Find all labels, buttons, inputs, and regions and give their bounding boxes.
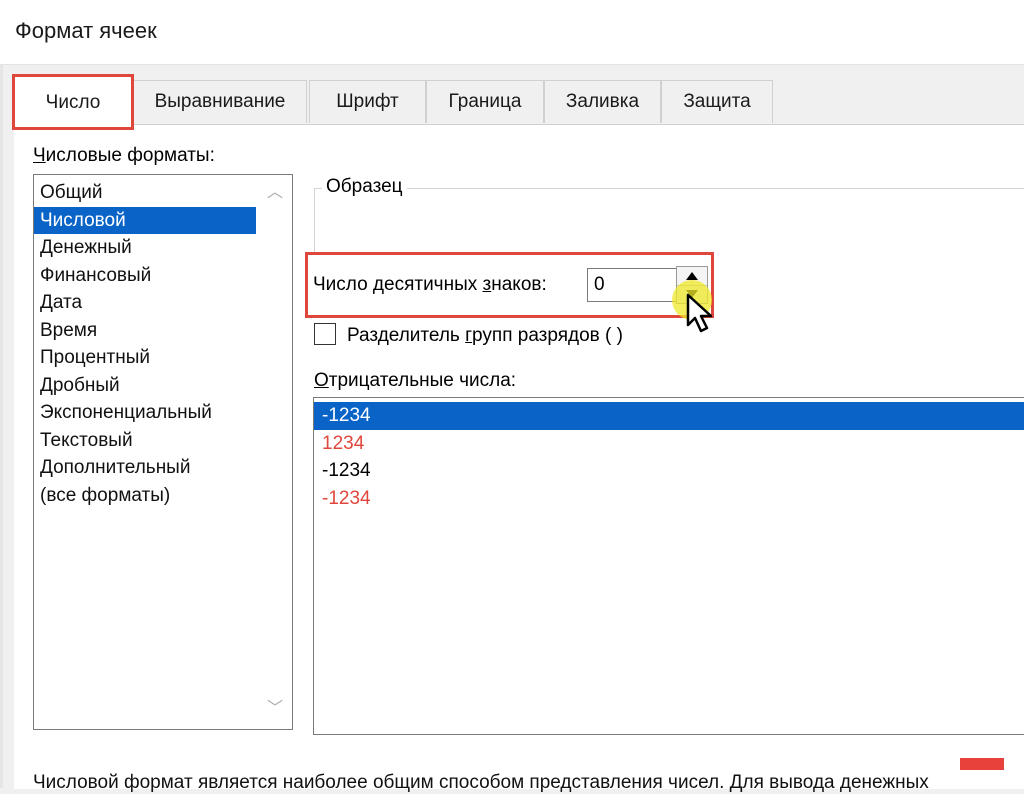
tab-bar: Число Выравнивание Шрифт Граница Заливка…: [0, 74, 1024, 130]
thousands-separator-label[interactable]: Разделитель групп разрядов ( ): [347, 325, 623, 347]
number-formats-items: Общий Числовой Денежный Финансовый Дата Время…: [34, 179, 256, 509]
negative-numbers-list[interactable]: -1234 1234 -1234 -1234: [313, 397, 1024, 735]
tab-protection[interactable]: Защита: [661, 80, 773, 123]
mouse-pointer-icon: [686, 293, 713, 333]
dialog-title: Формат ячеек: [15, 18, 157, 43]
window-edge: [0, 64, 3, 788]
format-item[interactable]: Дробный: [34, 372, 256, 400]
format-item[interactable]: (все форматы): [34, 482, 256, 510]
tab-font[interactable]: Шрифт: [309, 80, 426, 123]
negative-format-item[interactable]: -1234: [314, 485, 1024, 513]
format-description: Числовой формат является наиболее общим …: [33, 772, 929, 793]
format-item[interactable]: Дата: [34, 289, 256, 317]
format-item[interactable]: Дополнительный: [34, 454, 256, 482]
tab-alignment[interactable]: Выравнивание: [133, 80, 307, 123]
thousands-separator-checkbox[interactable]: [314, 323, 336, 345]
subscribe-badge: [960, 758, 1004, 770]
negative-format-item[interactable]: 1234: [314, 430, 1024, 458]
decimal-places-input[interactable]: [587, 268, 677, 302]
number-formats-label: Числовые форматы:: [33, 145, 215, 166]
format-item[interactable]: Время: [34, 317, 256, 345]
negative-numbers-label: Отрицательные числа:: [314, 370, 517, 391]
negative-format-item[interactable]: -1234: [314, 402, 1024, 430]
formats-scrollbar[interactable]: ︿ ﹀: [258, 175, 292, 729]
format-item[interactable]: Процентный: [34, 344, 256, 372]
format-item[interactable]: Общий: [34, 179, 256, 207]
tab-border[interactable]: Граница: [426, 80, 544, 123]
decimal-places-label: Число десятичных знаков:: [313, 274, 547, 295]
format-item[interactable]: Финансовый: [34, 262, 256, 290]
arrow-up-icon: [686, 272, 698, 280]
sample-title: Образец: [322, 176, 407, 198]
number-formats-list[interactable]: Общий Числовой Денежный Финансовый Дата Время…: [33, 174, 293, 730]
format-item[interactable]: Текстовый: [34, 427, 256, 455]
sample-group: [314, 188, 1024, 253]
negative-format-item[interactable]: -1234: [314, 457, 1024, 485]
dialog-titlebar: Формат ячеек: [0, 0, 1024, 65]
negative-numbers-items: -1234 1234 -1234 -1234: [314, 402, 1024, 512]
scroll-down-icon[interactable]: ﹀: [258, 695, 292, 723]
scroll-up-icon[interactable]: ︿: [258, 179, 292, 207]
format-item[interactable]: Числовой: [34, 206, 256, 234]
format-item[interactable]: Экспоненциальный: [34, 399, 256, 427]
tab-number[interactable]: Число: [12, 74, 134, 130]
tab-fill[interactable]: Заливка: [544, 80, 661, 123]
format-item[interactable]: Денежный: [34, 234, 256, 262]
